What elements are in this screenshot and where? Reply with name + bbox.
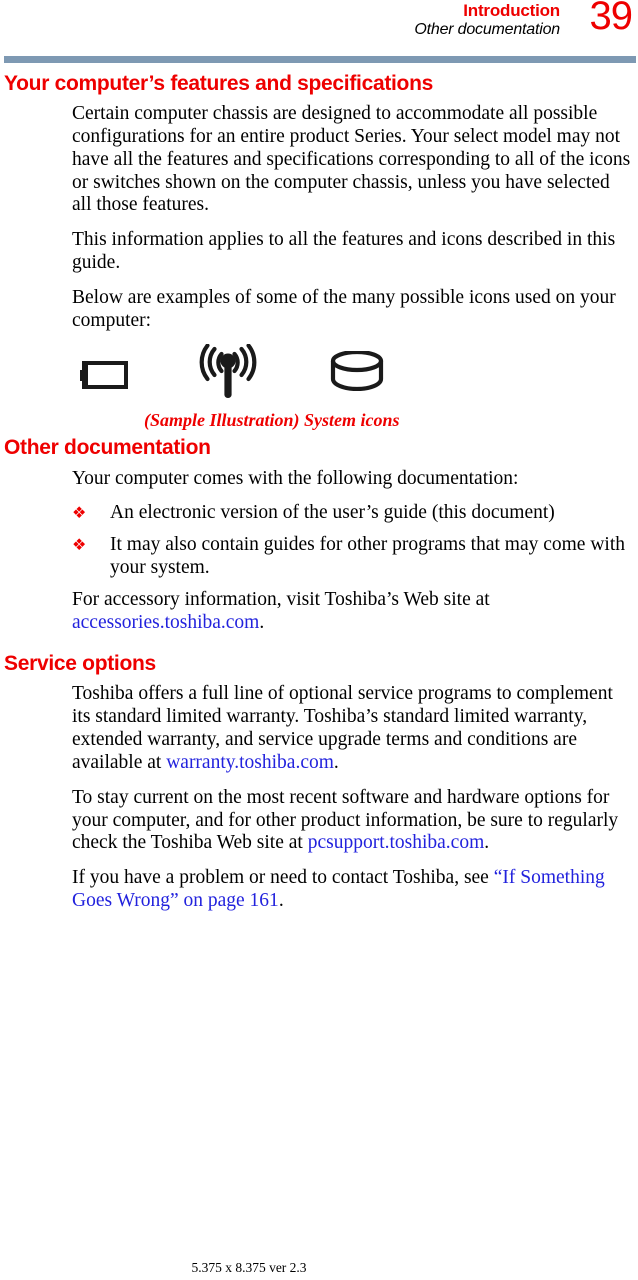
page-number: 39 (589, 0, 633, 38)
paragraph-icon-examples: Below are examples of some of the many p… (72, 286, 616, 331)
battery-icon (80, 359, 130, 394)
service-text-suffix: . (333, 751, 339, 773)
paragraph-documentation-intro: Your computer comes with the following d… (72, 467, 519, 489)
paragraph-applies-to-all: This information applies to all the feat… (72, 229, 616, 273)
paragraph-service-programs: Toshiba offers a full line of optional s… (0, 683, 638, 774)
paragraph-accessory-info: For accessory information, visit Toshiba… (0, 589, 638, 635)
list-item-label: An electronic version of the user’s guid… (110, 502, 555, 524)
figure-caption: (Sample Illustration) System icons (144, 410, 400, 431)
paragraph-contact-toshiba: If you have a problem or need to contact… (0, 867, 638, 913)
system-icons-figure: (Sample Illustration) System icons (0, 343, 638, 430)
list-item: ❖ An electronic version of the user’s gu… (0, 502, 638, 525)
disk-drive-icon (330, 350, 384, 396)
page-content: Your computer’s features and specificati… (0, 72, 638, 925)
page-title: Your computer’s features and specificati… (4, 72, 433, 95)
header-section-title: Other documentation (414, 21, 560, 39)
header-rule (4, 56, 636, 63)
wireless-antenna-icon (198, 343, 258, 404)
link-pcsupport-toshiba-com[interactable]: pcsupport.toshiba.com (308, 832, 485, 853)
accessory-text-suffix: . (259, 611, 265, 633)
header-titles: Introduction Other documentation (414, 1, 560, 39)
diamond-bullet-icon: ❖ (72, 535, 87, 555)
paragraph-stay-current: To stay current on the most recent softw… (0, 787, 638, 855)
heading-service-options: Service options (4, 652, 156, 676)
support-text-suffix: . (484, 832, 490, 854)
link-accessories-toshiba-com[interactable]: accessories.toshiba.com (72, 612, 259, 633)
running-header: Introduction Other documentation 39 (0, 0, 638, 56)
list-item: ❖ It may also contain guides for other p… (0, 534, 638, 580)
service-text-prefix: Toshiba offers a full line of optional s… (72, 683, 613, 773)
diamond-bullet-icon: ❖ (72, 503, 87, 523)
heading-other-documentation: Other documentation (4, 436, 211, 460)
header-chapter-title: Introduction (463, 1, 560, 20)
crossref-text-prefix: If you have a problem or need to contact… (72, 867, 494, 889)
list-item-label: It may also contain guides for other pro… (110, 534, 625, 578)
paragraph-features-intro: Certain computer chassis are designed to… (72, 103, 631, 216)
link-warranty-toshiba-com[interactable]: warranty.toshiba.com (166, 752, 334, 773)
icon-strip (72, 343, 638, 404)
accessory-text-prefix: For accessory information, visit Toshiba… (72, 588, 490, 610)
crossref-text-suffix: . (278, 889, 284, 911)
document-page: Introduction Other documentation 39 Your… (0, 0, 638, 1280)
page-footer: 5.375 x 8.375 ver 2.3 (191, 1260, 307, 1275)
